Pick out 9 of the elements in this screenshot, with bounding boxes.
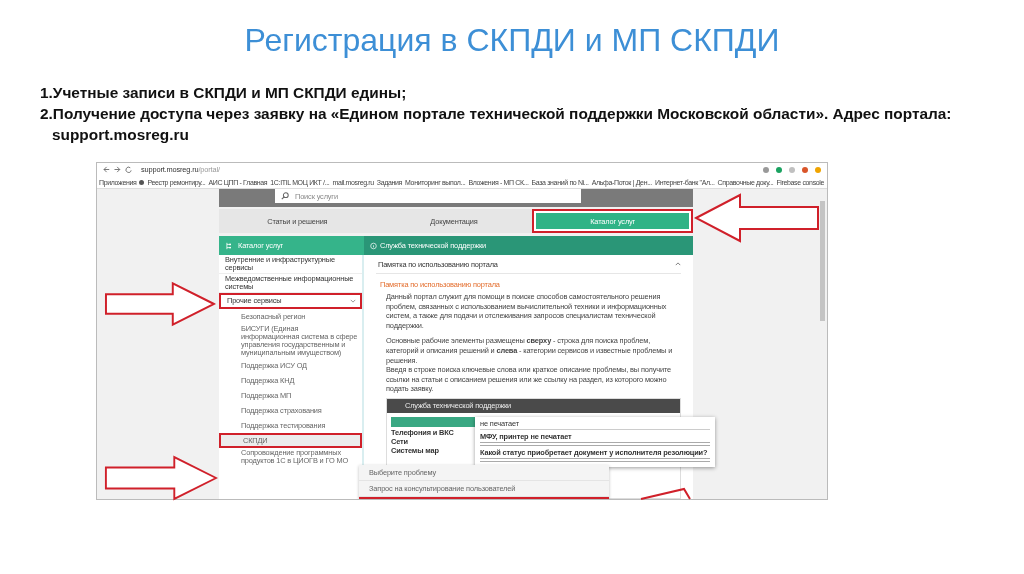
search-icon (281, 192, 289, 200)
tree-icon (225, 241, 232, 250)
bullet-text: 1.Учетные записи в СКПДИ и МП СКПДИ едины; (40, 83, 408, 103)
slide-title: Регистрация в СКПДИ и МП СКПДИ (243, 21, 781, 60)
bullet-text: 2.Получение доступа через заявку на «Едином портале технической поддержки Московской области». Адрес портала: support.mosreg.ru (40, 104, 953, 145)
avatar-icon[interactable] (802, 166, 808, 173)
navigation-icon[interactable] (103, 166, 133, 173)
scrollbar[interactable] (820, 201, 825, 321)
info-icon (370, 241, 377, 250)
